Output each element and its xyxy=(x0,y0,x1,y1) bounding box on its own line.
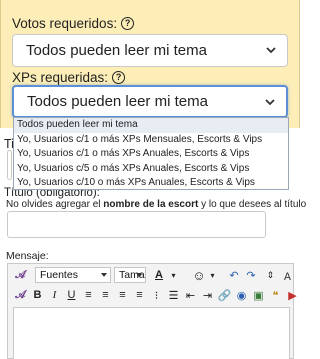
xp-dropdown-list: Todos pueden leer mi tema Yo, Usuarios c… xyxy=(13,117,289,190)
bullet-list-icon[interactable]: ☰ xyxy=(167,288,181,302)
xp-select[interactable]: Todos pueden leer mi tema xyxy=(12,85,288,118)
xp-label: XPs requeridas: xyxy=(12,70,109,85)
xp-option[interactable]: Yo, Usuarios c/1 o más XPs Mensuales, Es… xyxy=(14,133,288,148)
text-color-icon[interactable]: A xyxy=(152,268,166,282)
chevron-down-icon[interactable]: ▾ xyxy=(167,268,181,282)
undo-icon[interactable]: ↶ xyxy=(227,268,241,282)
chevron-down-icon[interactable]: ▾ xyxy=(206,268,220,282)
help-icon[interactable]: ? xyxy=(121,17,135,30)
font-combo[interactable]: Fuentes xyxy=(35,267,111,283)
votes-label-row: Votos requeridos: ? xyxy=(12,16,135,31)
indent-icon[interactable]: ⇥ xyxy=(201,288,215,302)
message-editor: 𝒜 Fuentes Tama A ▾ ☺ ▾ ↶ ↷ ⇕ Ａ 𝒜 B I U ≡… xyxy=(7,263,297,359)
title-hint: No olvides agregar el nombre de la escor… xyxy=(6,199,307,210)
hidden-field-input[interactable] xyxy=(7,150,12,180)
underline-icon[interactable]: U xyxy=(65,288,79,302)
votes-select-value: Todos pueden leer mi tema xyxy=(26,42,207,59)
image-icon[interactable]: ▣ xyxy=(252,288,266,302)
bold-icon[interactable]: B xyxy=(31,288,45,302)
xp-option[interactable]: Yo, Usuarios c/5 o más XPs Anuales, Esco… xyxy=(14,162,288,177)
message-textarea[interactable] xyxy=(13,307,290,359)
editor-toolbar-row-2: 𝒜 B I U ≡ ≡ ≡ ≡ ⁝ ☰ ⇤ ⇥ 🔗 ◉ ▣ ❝ ▶ xyxy=(12,288,301,302)
numbered-list-icon[interactable]: ⁝ xyxy=(150,288,164,302)
xp-select-value: Todos pueden leer mi tema xyxy=(27,93,208,110)
votes-label: Votos requeridos: xyxy=(12,16,118,31)
votes-select[interactable]: Todos pueden leer mi tema xyxy=(12,34,288,67)
align-left-icon[interactable]: ≡ xyxy=(82,288,96,302)
youtube-icon[interactable]: ▶ xyxy=(286,288,300,302)
chevron-down-icon xyxy=(265,99,275,106)
xp-option[interactable]: Yo, Usuarios c/1 o más XPs Anuales, Esco… xyxy=(14,147,288,162)
source-icon[interactable]: Ａ xyxy=(281,268,295,283)
justify-icon[interactable]: ≡ xyxy=(133,288,147,302)
title-input[interactable] xyxy=(7,211,266,238)
align-right-icon[interactable]: ≡ xyxy=(116,288,130,302)
quote-icon[interactable]: ❝ xyxy=(269,288,283,302)
xp-option[interactable]: Yo, Usuarios c/10 o más XPs Anuales, Esc… xyxy=(14,176,288,191)
message-label: Mensaje: xyxy=(6,250,49,262)
link-icon[interactable]: 🔗 xyxy=(218,288,232,302)
remove-format-icon[interactable]: 𝒜 xyxy=(14,268,28,282)
size-combo[interactable]: Tama xyxy=(114,267,146,283)
xp-label-row: XPs requeridas: ? xyxy=(12,70,126,85)
editor-toolbar-row-1: 𝒜 Fuentes Tama A ▾ ☺ ▾ ↶ ↷ ⇕ Ａ xyxy=(12,267,296,283)
redo-icon[interactable]: ↷ xyxy=(244,268,258,282)
format-icon[interactable]: 𝒜 xyxy=(14,288,28,302)
smiley-icon[interactable]: ☺ xyxy=(192,268,206,283)
italic-icon[interactable]: I xyxy=(48,288,62,302)
chevron-down-icon xyxy=(266,47,276,54)
help-icon[interactable]: ? xyxy=(112,71,126,84)
globe-icon[interactable]: ◉ xyxy=(235,288,249,302)
resize-icon[interactable]: ⇕ xyxy=(264,268,278,282)
xp-option[interactable]: Todos pueden leer mi tema xyxy=(14,118,288,133)
align-center-icon[interactable]: ≡ xyxy=(99,288,113,302)
outdent-icon[interactable]: ⇤ xyxy=(184,288,198,302)
